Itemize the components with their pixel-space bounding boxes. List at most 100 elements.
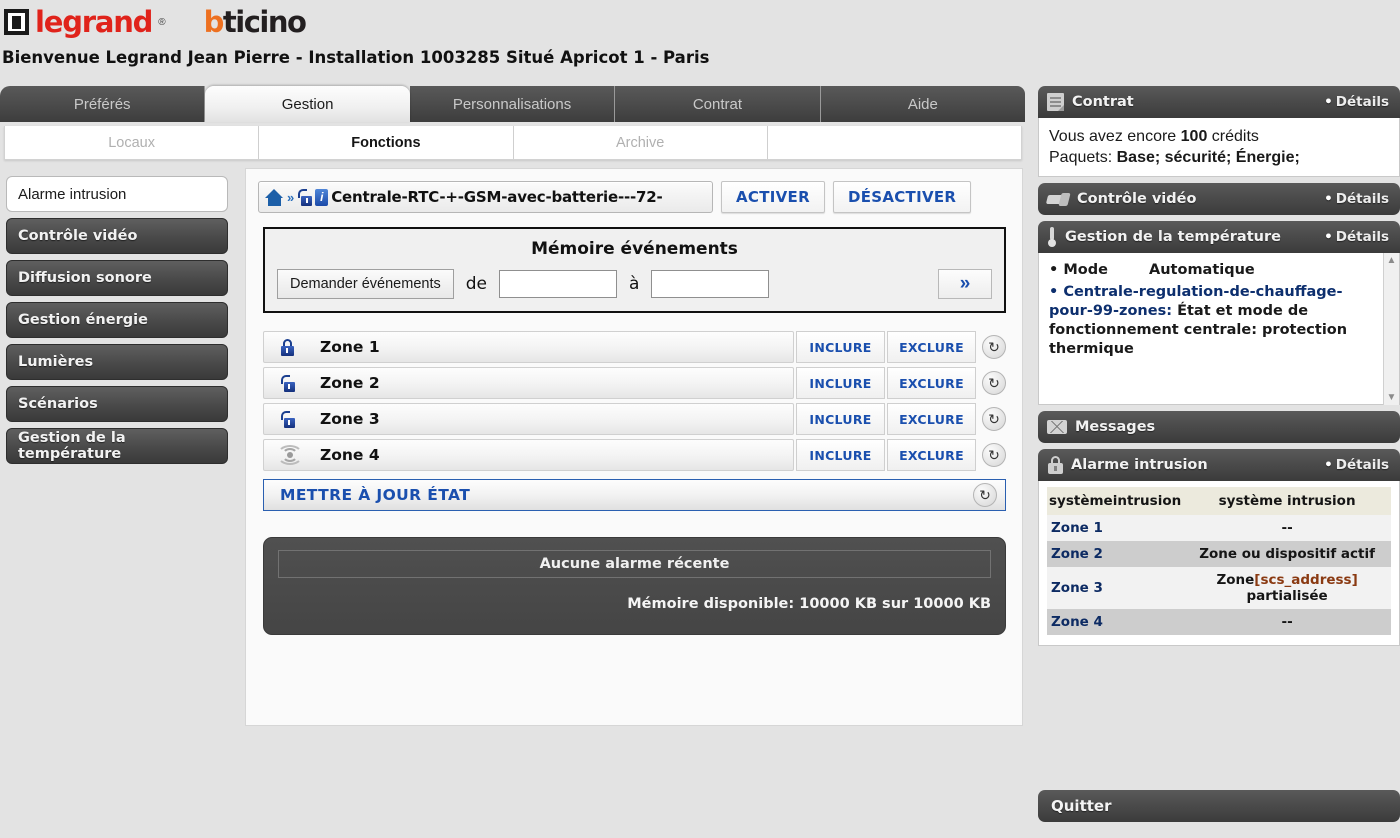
quit-button[interactable]: Quitter xyxy=(1038,790,1400,822)
sidebar-item-label: Gestion énergie xyxy=(18,312,148,328)
sidebar-item-label: Lumières xyxy=(18,354,94,370)
zone-include-button[interactable]: INCLURE xyxy=(796,403,885,435)
packages-value: Base; sécurité; Énergie; xyxy=(1116,149,1300,167)
sidebar-item-gestion-energie[interactable]: Gestion énergie xyxy=(6,302,228,338)
alarm-status-box: Aucune alarme récente Mémoire disponible… xyxy=(263,537,1006,635)
zone-exclude-button[interactable]: EXCLURE xyxy=(887,367,976,399)
temperature-details-link[interactable]: • Détails xyxy=(1324,229,1389,245)
credits-suffix: crédits xyxy=(1207,128,1259,145)
zone-refresh-icon[interactable]: ↻ xyxy=(982,371,1006,395)
subtab-archive[interactable]: Archive xyxy=(514,126,768,159)
scroll-up-icon[interactable]: ▲ xyxy=(1387,255,1397,266)
details-label: Détails xyxy=(1335,191,1389,208)
intrusion-table: systèmeintrusion système intrusion Zone … xyxy=(1047,487,1391,636)
zone-exclude-button[interactable]: EXCLURE xyxy=(887,403,976,435)
scroll-down-icon[interactable]: ▼ xyxy=(1387,392,1397,403)
sidebar-item-scenarios[interactable]: Scénarios xyxy=(6,386,228,422)
zone-label: Zone 2 xyxy=(320,374,380,392)
subtab-label: Locaux xyxy=(108,134,155,151)
contract-details-link[interactable]: • Détails xyxy=(1324,94,1389,110)
sidebar-item-lumieres[interactable]: Lumières xyxy=(6,344,228,380)
device-name-field[interactable]: » i Centrale-RTC-+-GSM-avec-batterie---7… xyxy=(258,181,713,213)
details-label: Détails xyxy=(1335,229,1389,246)
recent-alarm-status: Aucune alarme récente xyxy=(278,550,991,578)
tab-label: Gestion xyxy=(281,95,334,113)
update-refresh-icon[interactable]: ↻ xyxy=(973,483,997,507)
subtab-locaux[interactable]: Locaux xyxy=(5,126,260,159)
sidebar-item-label: Diffusion sonore xyxy=(18,270,152,286)
event-from-input[interactable] xyxy=(498,270,617,298)
contract-panel-header: Contrat • Détails xyxy=(1038,86,1400,118)
legrand-logo: legrand ® xyxy=(4,5,166,39)
lock-open-icon xyxy=(297,188,313,206)
sidebar-item-diffusion-sonore[interactable]: Diffusion sonore xyxy=(6,260,228,296)
document-icon xyxy=(1047,93,1064,111)
bullet-icon: • xyxy=(1324,229,1333,246)
zone-refresh-icon[interactable]: ↻ xyxy=(982,335,1006,359)
messages-panel-header[interactable]: Messages xyxy=(1038,411,1400,444)
subtab-fonctions[interactable]: Fonctions xyxy=(259,126,514,159)
sidebar-item-label: Alarme intrusion xyxy=(18,185,127,203)
temperature-scrollbar[interactable]: ▲ ▼ xyxy=(1383,253,1399,406)
zone-include-button[interactable]: INCLURE xyxy=(796,367,885,399)
intrusion-zone-name: Zone 4 xyxy=(1047,609,1184,636)
chevron-right-icon: » xyxy=(287,189,295,205)
info-icon[interactable]: i xyxy=(315,188,329,206)
temperature-panel-body: • Mode Automatique • Centrale-regulation… xyxy=(1038,253,1400,406)
zone-row-main[interactable]: Zone 1 xyxy=(263,331,794,363)
deactivate-button[interactable]: DÉSACTIVER xyxy=(832,181,972,213)
from-label: de xyxy=(465,274,487,294)
legrand-mark-icon xyxy=(4,9,29,35)
zone-row-main[interactable]: Zone 4 xyxy=(263,439,794,471)
zone-row-main[interactable]: Zone 3 xyxy=(263,403,794,435)
zone-exclude-button[interactable]: EXCLURE xyxy=(887,439,976,471)
intrusion-col-status: système intrusion xyxy=(1183,487,1391,516)
home-icon xyxy=(265,188,284,206)
tab-personnalisations[interactable]: Personnalisations xyxy=(409,86,616,122)
table-row: Zone 1 -- xyxy=(1047,515,1391,542)
intrusion-zone-value: -- xyxy=(1183,515,1391,542)
request-events-button[interactable]: Demander événements xyxy=(277,269,454,299)
event-go-button[interactable]: » xyxy=(938,269,992,299)
mail-icon xyxy=(1047,420,1067,435)
tab-gestion[interactable]: Gestion xyxy=(205,86,410,122)
zone-refresh-icon[interactable]: ↻ xyxy=(982,443,1006,467)
details-label: Détails xyxy=(1335,94,1389,110)
video-panel-title: Contrôle vidéo xyxy=(1077,191,1197,208)
intrusion-details-link[interactable]: • Détails xyxy=(1324,457,1389,473)
zone-include-button[interactable]: INCLURE xyxy=(796,331,885,363)
intrusion-zone-value: -- xyxy=(1183,609,1391,636)
sidebar-item-gestion-temperature[interactable]: Gestion de la température xyxy=(6,428,228,464)
table-row: Zone 3 Zone[scs_address] partialisée xyxy=(1047,567,1391,610)
event-memory-title: Mémoire événements xyxy=(531,239,738,259)
zone-label: Zone 3 xyxy=(320,410,380,428)
intrusion-value-suffix: partialisée xyxy=(1246,588,1328,605)
video-details-link[interactable]: • Détails xyxy=(1324,191,1389,207)
tab-contrat[interactable]: Contrat xyxy=(615,86,821,122)
sidebar-item-alarme-intrusion[interactable]: Alarme intrusion xyxy=(6,176,228,212)
thermometer-icon xyxy=(1047,227,1057,248)
activate-button[interactable]: ACTIVER xyxy=(721,181,825,213)
tab-preferes[interactable]: Préférés xyxy=(0,86,206,122)
device-toolbar: » i Centrale-RTC-+-GSM-avec-batterie---7… xyxy=(246,169,1022,213)
table-row: Zone 2 Zone ou dispositif actif xyxy=(1047,541,1391,568)
subtab-empty[interactable] xyxy=(768,126,1021,159)
zone-refresh-icon[interactable]: ↻ xyxy=(982,407,1006,431)
sidebar-item-controle-video[interactable]: Contrôle vidéo xyxy=(6,218,228,254)
tab-aide[interactable]: Aide xyxy=(820,86,1026,122)
main-content-panel: » i Centrale-RTC-+-GSM-avec-batterie---7… xyxy=(245,168,1023,726)
zone-include-button[interactable]: INCLURE xyxy=(796,439,885,471)
event-to-input[interactable] xyxy=(651,270,770,298)
zone-exclude-button[interactable]: EXCLURE xyxy=(887,331,976,363)
zone-row-main[interactable]: Zone 2 xyxy=(263,367,794,399)
main-tab-bar: Préférés Gestion Personnalisations Contr… xyxy=(0,86,1026,122)
video-panel-header[interactable]: Contrôle vidéo • Détails xyxy=(1038,183,1400,216)
device-name-label: Centrale-RTC-+-GSM-avec-batterie---72- xyxy=(331,188,663,206)
table-row: Zone 3 INCLURE EXCLURE ↻ xyxy=(263,403,1006,435)
bticino-wordmark: ticino xyxy=(222,5,307,39)
temperature-mode-value: Automatique xyxy=(1149,262,1255,279)
update-state-button[interactable]: METTRE À JOUR ÉTAT ↻ xyxy=(263,479,1006,511)
bticino-logo: bticino xyxy=(204,5,307,39)
intrusion-zone-name: Zone 1 xyxy=(1047,515,1184,542)
signal-wave-icon xyxy=(276,445,303,465)
